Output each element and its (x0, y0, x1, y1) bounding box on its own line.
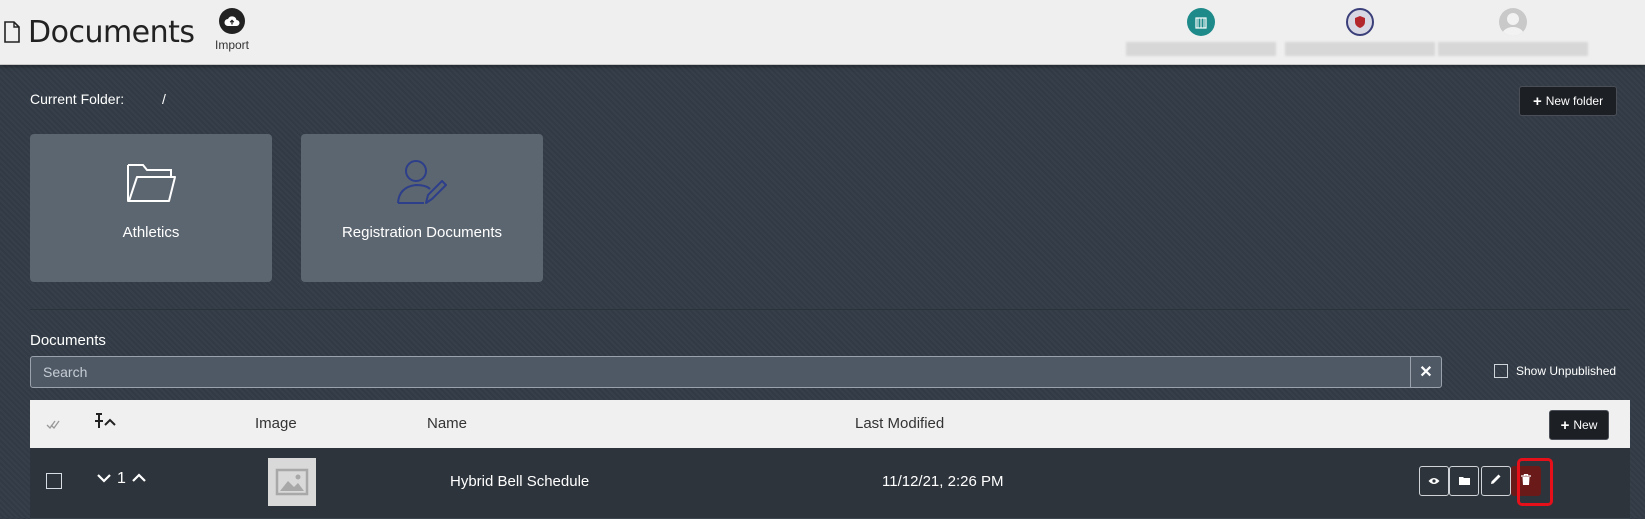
redacted-text (1126, 42, 1276, 56)
user-menu[interactable] (1438, 8, 1588, 56)
close-icon: ✕ (1419, 364, 1433, 381)
folder-icon (125, 154, 177, 210)
clear-search-button[interactable]: ✕ (1410, 357, 1441, 387)
pin-sort-icon[interactable] (92, 413, 118, 435)
search-box: ✕ (30, 356, 1442, 388)
new-folder-label: New folder (1545, 94, 1604, 108)
district-seal-icon (1346, 8, 1374, 36)
show-unpublished-toggle[interactable]: Show Unpublished (1494, 364, 1616, 378)
document-icon (4, 21, 20, 48)
folder-label: Registration Documents (341, 224, 503, 241)
user-edit-icon (396, 154, 448, 210)
plus-icon: + (1532, 92, 1542, 110)
new-folder-button[interactable]: + New folder (1519, 86, 1617, 116)
avatar-icon (1499, 8, 1527, 36)
documents-section-title: Documents (30, 332, 106, 349)
column-header-last-modified[interactable]: Last Modified (855, 415, 944, 432)
eye-icon (1428, 472, 1440, 490)
divider (30, 309, 1630, 310)
new-document-button[interactable]: + New (1549, 410, 1609, 440)
column-header-image: Image (255, 415, 297, 432)
folder-icon (1458, 472, 1470, 490)
column-header-name[interactable]: Name (427, 415, 467, 432)
move-down-icon[interactable] (96, 470, 112, 488)
school-logo-icon (1187, 8, 1215, 36)
school-switcher-2[interactable] (1285, 8, 1435, 56)
order-control: 1 (96, 470, 147, 488)
import-label: Import (214, 38, 249, 52)
order-number: 1 (117, 470, 126, 487)
image-placeholder-icon (268, 458, 316, 506)
edit-button[interactable] (1481, 466, 1511, 496)
move-up-icon[interactable] (131, 470, 147, 488)
new-label: New (1573, 418, 1598, 432)
document-last-modified: 11/12/21, 2:26 PM (882, 473, 1004, 490)
trash-icon (1521, 472, 1531, 490)
current-folder-path[interactable]: / (162, 91, 166, 107)
import-button[interactable]: Import (214, 8, 250, 52)
page-title: Documents (28, 15, 195, 50)
folder-card-registration-documents[interactable]: Registration Documents (301, 134, 543, 282)
folder-card-athletics[interactable]: Athletics (30, 134, 272, 282)
top-bar: Documents Import (0, 0, 1645, 65)
row-checkbox[interactable] (46, 473, 62, 489)
move-to-folder-button[interactable] (1449, 466, 1479, 496)
current-folder-label: Current Folder: (30, 91, 125, 107)
folder-label: Athletics (122, 224, 180, 241)
documents-table-header: Image Name Last Modified (30, 400, 1630, 448)
redacted-text (1438, 42, 1588, 56)
pencil-icon (1490, 472, 1502, 490)
preview-button[interactable] (1419, 466, 1449, 496)
table-row: 1 Hybrid Bell Schedule 11/12/21, 2:26 PM (30, 448, 1630, 519)
cloud-upload-icon (219, 8, 245, 34)
plus-icon: + (1560, 416, 1570, 434)
delete-button[interactable] (1511, 466, 1541, 496)
show-unpublished-label: Show Unpublished (1516, 364, 1617, 378)
school-switcher-1[interactable] (1126, 8, 1276, 56)
document-name[interactable]: Hybrid Bell Schedule (450, 473, 589, 490)
redacted-text (1285, 42, 1435, 56)
show-unpublished-checkbox[interactable] (1494, 364, 1508, 378)
search-input[interactable] (31, 357, 1410, 387)
select-all-icon[interactable] (46, 417, 60, 434)
